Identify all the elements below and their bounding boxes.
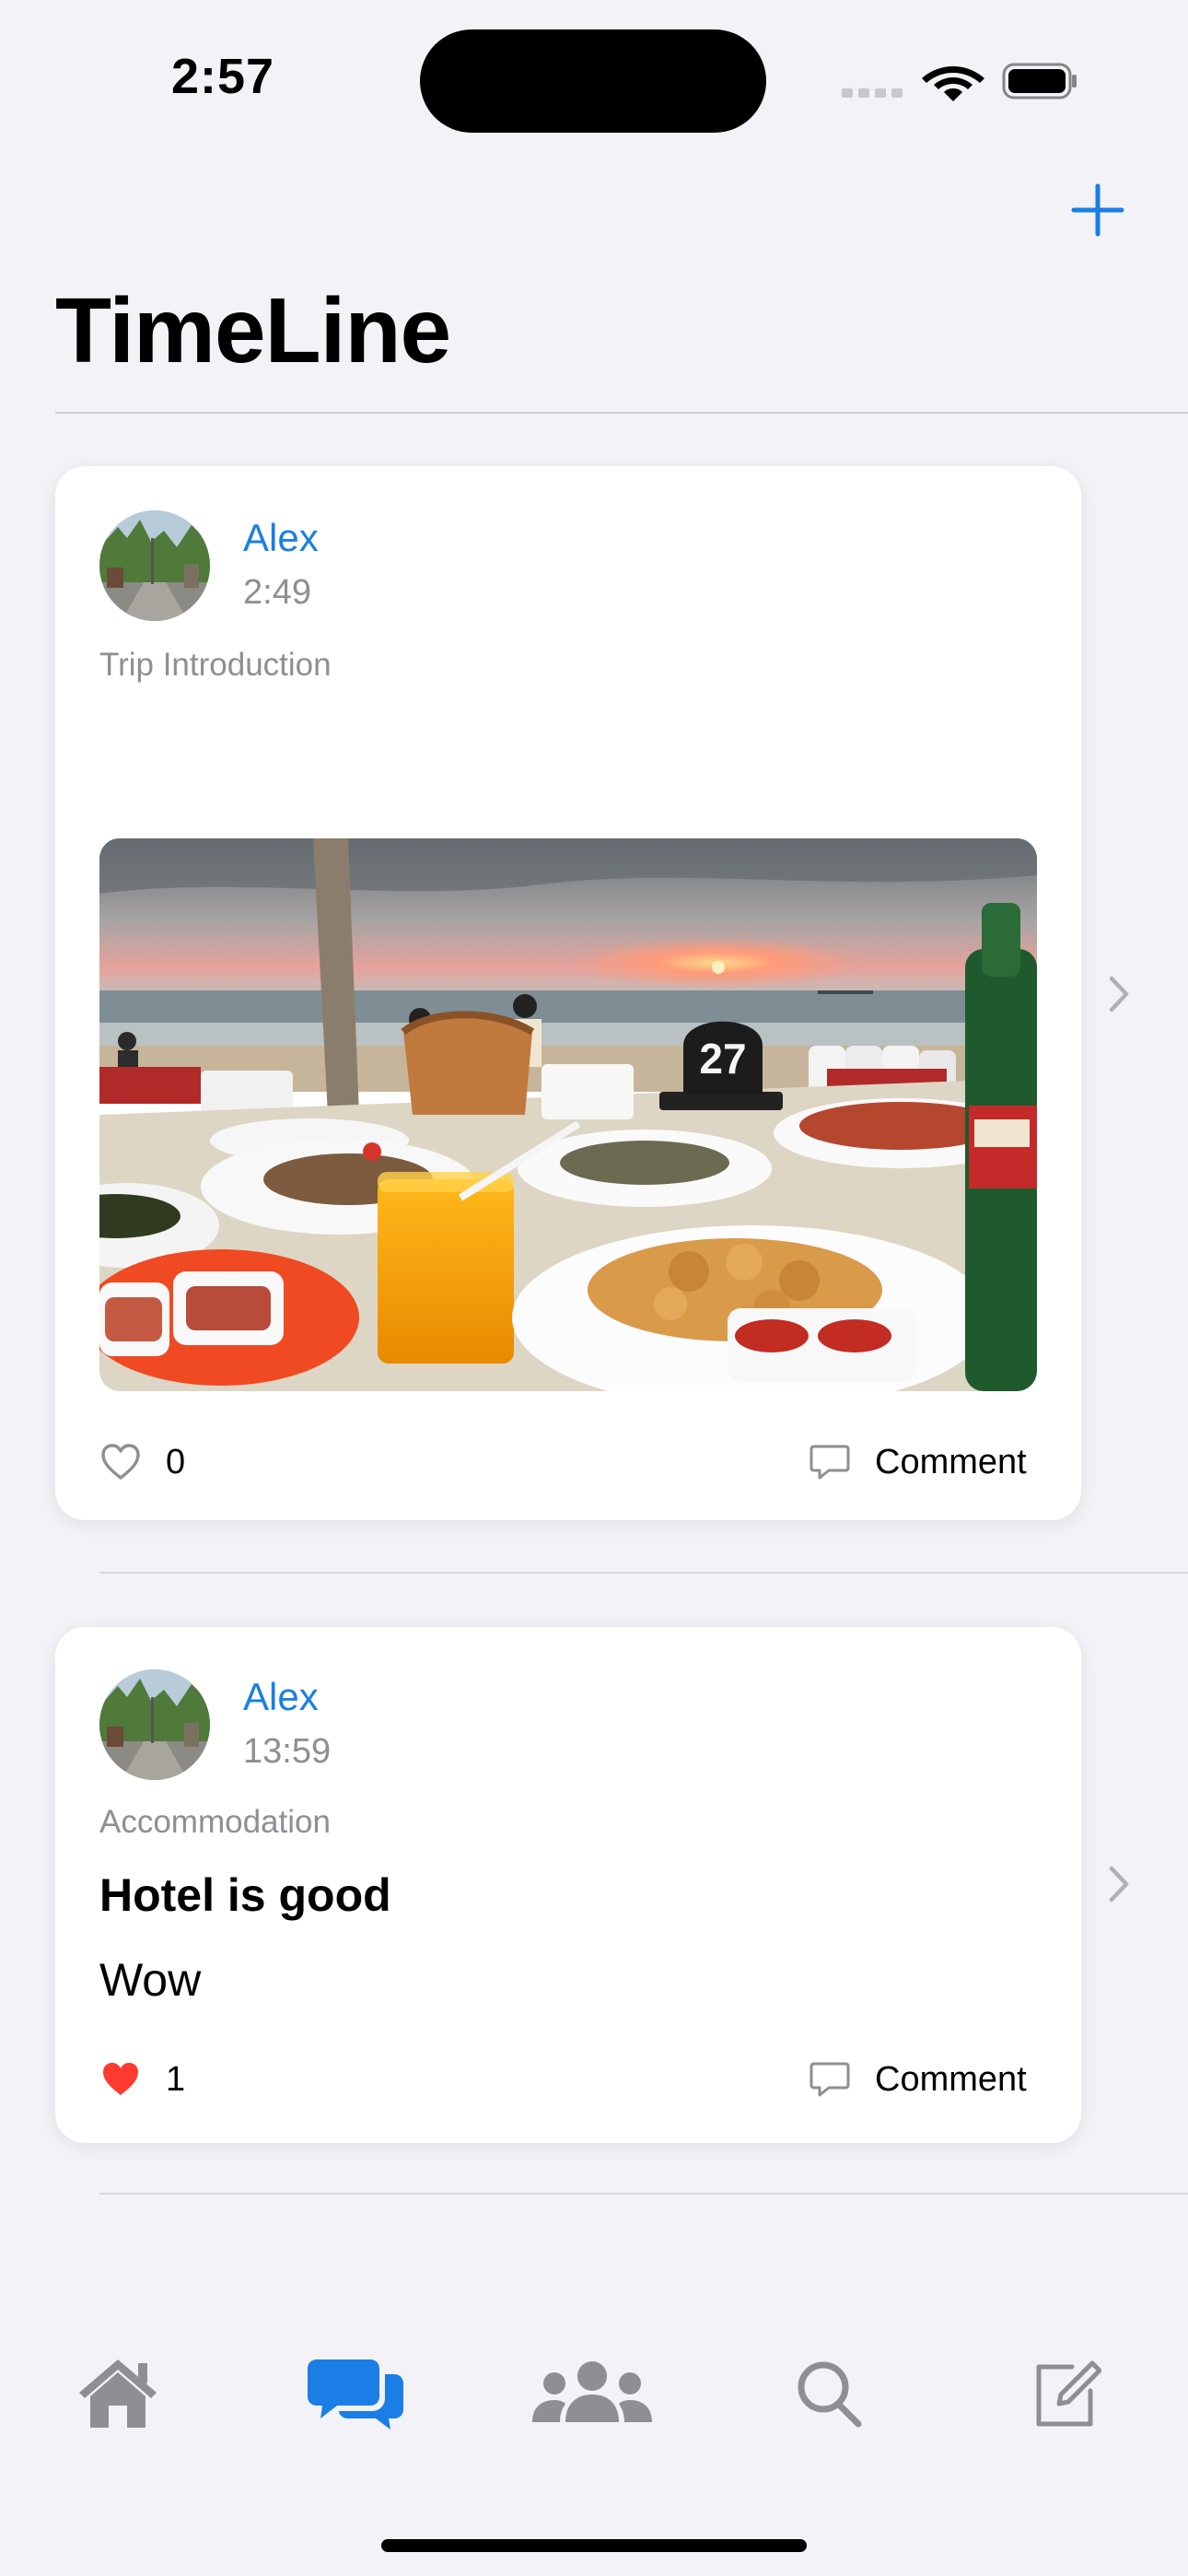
post-card[interactable]: Alex 2:49 Trip Introduction 27 0 Comment [55, 466, 1081, 1520]
status-time: 2:57 [171, 49, 275, 104]
title-divider [55, 412, 1188, 414]
people-icon [532, 2361, 652, 2422]
post-body: Wow [99, 1954, 202, 2006]
heart-outline-icon[interactable] [99, 1443, 142, 1481]
avatar [99, 510, 210, 621]
beach-dinner-photo: 27 [99, 838, 1037, 1391]
cellular-signal-icon [842, 88, 903, 98]
comment-bubble-icon[interactable] [809, 1443, 851, 1481]
house-icon [79, 2359, 157, 2428]
avatar [99, 1669, 210, 1780]
chevron-right-icon[interactable] [1107, 1865, 1131, 1903]
post-title: Hotel is good [99, 1869, 391, 1921]
plus-icon [1071, 183, 1124, 237]
wifi-icon [922, 66, 984, 101]
post-card[interactable]: Alex 13:59 Accommodation Hotel is good W… [55, 1627, 1081, 2143]
status-icons [842, 63, 1077, 101]
tab-bar [0, 2248, 1188, 2576]
tab-search[interactable] [794, 2351, 864, 2434]
post-author[interactable]: Alex [243, 1675, 319, 1719]
comment-bubble-icon[interactable] [809, 2060, 851, 2099]
battery-icon [1002, 63, 1077, 100]
home-indicator [381, 2539, 807, 2552]
post-photo[interactable]: 27 [99, 838, 1037, 1391]
page-title: TimeLine [55, 279, 451, 382]
row-divider [99, 2193, 1188, 2195]
post-category: Accommodation [99, 1804, 331, 1840]
comment-button[interactable]: Comment [875, 1443, 1027, 1482]
post-time: 2:49 [243, 573, 311, 612]
heart-filled-icon[interactable] [99, 2060, 142, 2099]
post-time: 13:59 [243, 1732, 332, 1771]
compose-icon [1036, 2360, 1101, 2427]
comment-button[interactable]: Comment [875, 2060, 1027, 2100]
table-number: 27 [699, 1035, 746, 1083]
chat-bubbles-icon [308, 2359, 403, 2430]
like-count: 0 [166, 1443, 186, 1481]
dynamic-island [420, 29, 766, 133]
post-category: Trip Introduction [99, 647, 332, 683]
tab-compose[interactable] [1031, 2351, 1101, 2434]
tab-timeline[interactable] [308, 2351, 403, 2434]
row-divider [99, 1572, 1188, 1574]
search-icon [798, 2361, 862, 2428]
like-count: 1 [166, 2060, 186, 2099]
status-bar: 2:57 [0, 0, 1188, 147]
tab-friends[interactable] [532, 2351, 652, 2434]
add-post-button[interactable] [1068, 181, 1127, 240]
post-author[interactable]: Alex [243, 516, 319, 560]
tab-home[interactable] [77, 2351, 158, 2434]
chevron-right-icon[interactable] [1107, 975, 1131, 1013]
